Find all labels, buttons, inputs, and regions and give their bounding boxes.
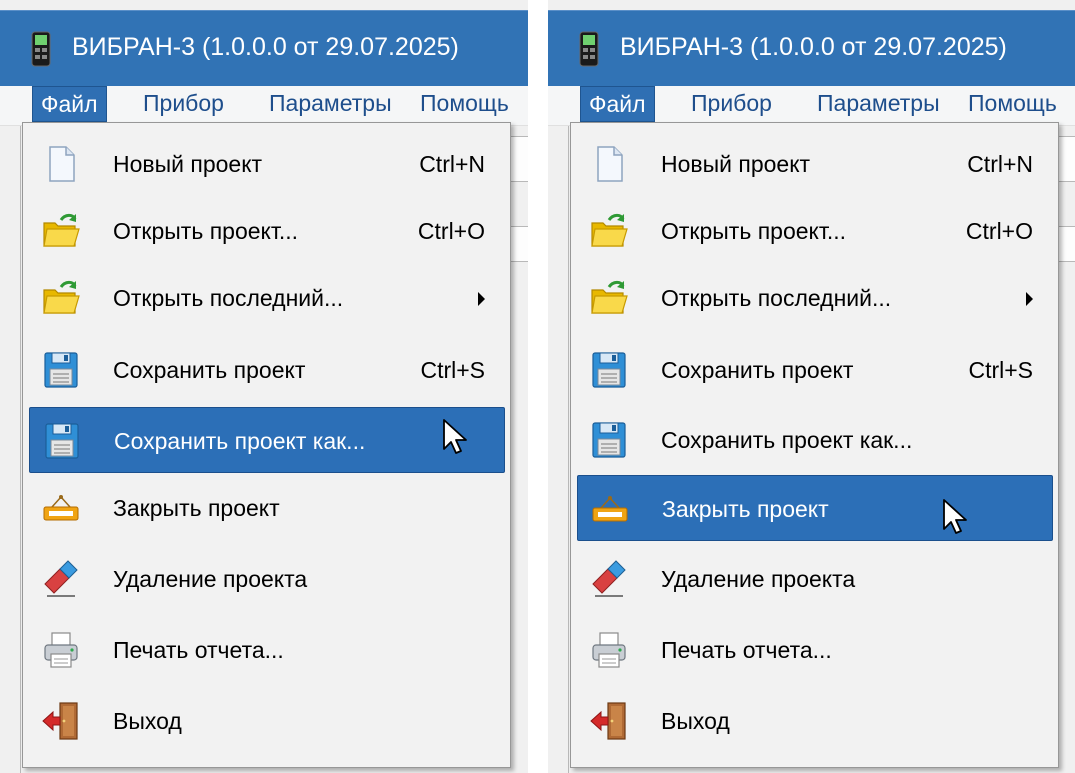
eraser-icon <box>41 559 81 599</box>
menu-item-shortcut: Ctrl+N <box>419 151 485 177</box>
menu-item-label: Удаление проекта <box>113 566 308 592</box>
open-folder-icon <box>41 278 81 318</box>
menu-device[interactable]: Прибор <box>683 86 780 122</box>
open-folder-icon <box>41 211 81 251</box>
menu-item-label: Закрыть проект <box>662 496 829 522</box>
open-folder-icon <box>589 278 629 318</box>
submenu-arrow-icon <box>1026 292 1033 306</box>
menu-bar: Файл Прибор Параметры Помощь <box>548 86 1075 126</box>
menu-item-3[interactable]: Открыть последний... <box>577 265 1053 331</box>
window-edge <box>20 126 21 773</box>
eraser-icon <box>589 559 629 599</box>
menu-item-4[interactable]: Сохранить проект Ctrl+S <box>577 337 1053 403</box>
save-disk-icon <box>42 421 82 461</box>
app-icon <box>30 31 52 67</box>
menu-file[interactable]: Файл <box>32 86 107 122</box>
printer-icon <box>589 630 629 670</box>
menu-item-5[interactable]: Сохранить проект как... <box>29 407 505 473</box>
title-bar: ВИБРАН-3 (1.0.0.0 от 29.07.2025) <box>548 10 1075 86</box>
menu-item-label: Печать отчета... <box>661 637 832 663</box>
menu-item-label: Удаление проекта <box>661 566 856 592</box>
menu-item-6[interactable]: Закрыть проект <box>29 475 505 541</box>
menu-item-6[interactable]: Закрыть проект <box>577 475 1053 541</box>
save-disk-icon <box>589 350 629 390</box>
menu-item-1[interactable]: Новый проект Ctrl+N <box>577 131 1053 197</box>
menu-item-label: Выход <box>661 708 730 734</box>
menu-item-9[interactable]: Выход <box>29 688 505 754</box>
new-document-icon <box>41 144 81 184</box>
menu-item-9[interactable]: Выход <box>577 688 1053 754</box>
window-title: ВИБРАН-3 (1.0.0.0 от 29.07.2025) <box>72 33 459 61</box>
menu-file[interactable]: Файл <box>580 86 655 122</box>
screenshot-panel-left: ВИБРАН-3 (1.0.0.0 от 29.07.2025) Файл Пр… <box>0 0 528 773</box>
menu-item-label: Открыть последний... <box>113 285 344 311</box>
app-icon <box>578 31 600 67</box>
menu-item-label: Новый проект <box>113 151 263 177</box>
menu-item-shortcut: Ctrl+O <box>417 218 485 244</box>
file-menu: Новый проект Ctrl+N Открыть проект... Ctrl… <box>570 122 1059 768</box>
mouse-pointer-icon <box>442 418 468 456</box>
exit-door-icon <box>589 701 629 741</box>
menu-item-8[interactable]: Печать отчета... <box>29 617 505 683</box>
title-bar: ВИБРАН-3 (1.0.0.0 от 29.07.2025) <box>0 10 528 86</box>
menu-item-label: Печать отчета... <box>113 637 284 663</box>
menu-item-label: Сохранить проект <box>113 357 306 383</box>
menu-item-3[interactable]: Открыть последний... <box>29 265 505 331</box>
window-edge <box>568 126 569 773</box>
menu-item-label: Закрыть проект <box>113 495 280 521</box>
menu-item-label: Открыть проект... <box>113 218 299 244</box>
open-folder-icon <box>589 211 629 251</box>
menu-help[interactable]: Помощь <box>960 86 1065 122</box>
menu-item-label: Сохранить проект <box>661 357 854 383</box>
close-sign-icon <box>41 488 81 528</box>
new-document-icon <box>589 144 629 184</box>
menu-item-label: Сохранить проект как... <box>114 428 366 454</box>
menu-parameters[interactable]: Параметры <box>809 86 948 122</box>
mouse-pointer-icon <box>942 498 968 536</box>
menu-parameters[interactable]: Параметры <box>261 86 400 122</box>
menu-item-5[interactable]: Сохранить проект как... <box>577 407 1053 473</box>
file-menu: Новый проект Ctrl+N Открыть проект... Ctrl… <box>22 122 511 768</box>
submenu-arrow-icon <box>478 292 485 306</box>
menu-help[interactable]: Помощь <box>412 86 517 122</box>
menu-bar: Файл Прибор Параметры Помощь <box>0 86 528 126</box>
menu-device[interactable]: Прибор <box>135 86 232 122</box>
save-disk-icon <box>41 350 81 390</box>
menu-item-shortcut: Ctrl+S <box>420 357 485 383</box>
menu-item-label: Выход <box>113 708 182 734</box>
menu-item-shortcut: Ctrl+S <box>968 357 1033 383</box>
menu-item-shortcut: Ctrl+N <box>967 151 1033 177</box>
menu-item-label: Открыть проект... <box>661 218 847 244</box>
menu-item-shortcut: Ctrl+O <box>965 218 1033 244</box>
menu-item-2[interactable]: Открыть проект... Ctrl+O <box>577 198 1053 264</box>
menu-item-8[interactable]: Печать отчета... <box>577 617 1053 683</box>
menu-item-7[interactable]: Удаление проекта <box>29 546 505 612</box>
menu-item-7[interactable]: Удаление проекта <box>577 546 1053 612</box>
close-sign-icon <box>590 489 630 529</box>
menu-item-label: Новый проект <box>661 151 811 177</box>
menu-item-label: Сохранить проект как... <box>661 427 913 453</box>
screenshot-panel-right: ВИБРАН-3 (1.0.0.0 от 29.07.2025) Файл Пр… <box>548 0 1075 773</box>
menu-item-4[interactable]: Сохранить проект Ctrl+S <box>29 337 505 403</box>
exit-door-icon <box>41 701 81 741</box>
window-title: ВИБРАН-3 (1.0.0.0 от 29.07.2025) <box>620 33 1007 61</box>
menu-item-1[interactable]: Новый проект Ctrl+N <box>29 131 505 197</box>
menu-item-2[interactable]: Открыть проект... Ctrl+O <box>29 198 505 264</box>
menu-item-label: Открыть последний... <box>661 285 892 311</box>
printer-icon <box>41 630 81 670</box>
save-disk-icon <box>589 420 629 460</box>
